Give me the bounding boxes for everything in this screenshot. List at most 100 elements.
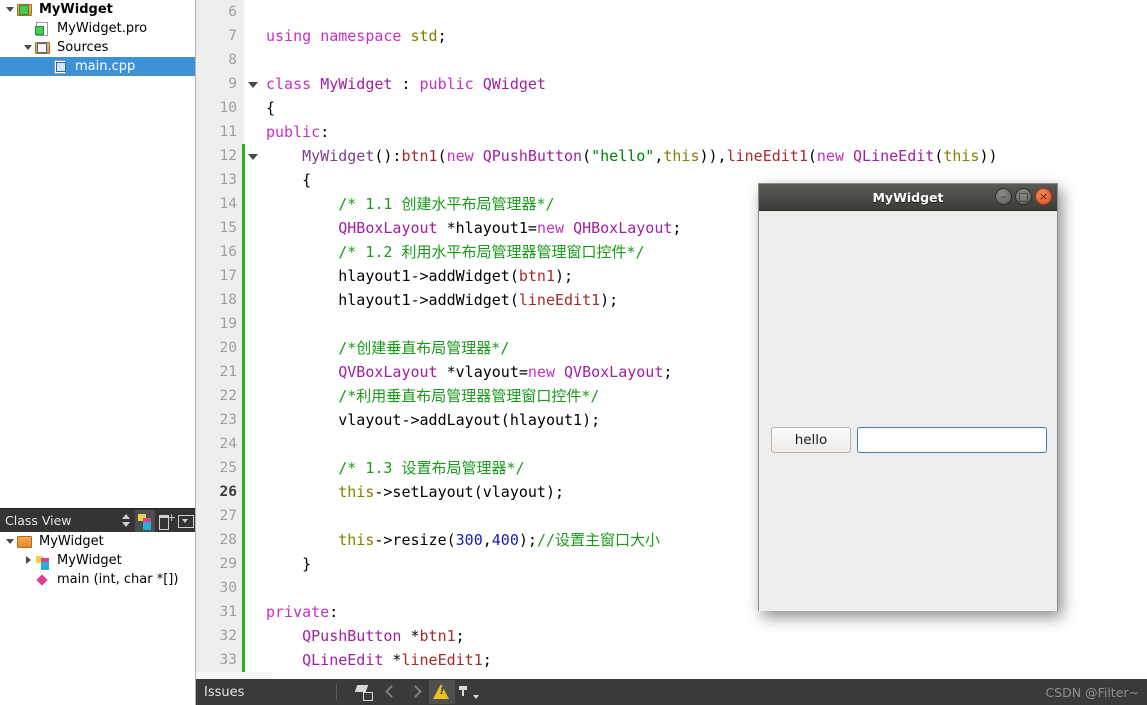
line-number: 30 — [196, 576, 244, 600]
change-bar — [242, 576, 245, 600]
next-item-icon[interactable] — [403, 680, 429, 704]
fold-toggle-icon[interactable] — [246, 144, 262, 168]
code-line[interactable]: 11 public: — [196, 120, 1147, 144]
line-number: 17 — [196, 264, 244, 288]
line-number: 13 — [196, 168, 244, 192]
code-token: /*利用垂直布局管理器管理窗口控件*/ — [338, 387, 600, 405]
code-text: QLineEdit *lineEdit1; — [266, 648, 492, 672]
maximize-glyph: □ — [1018, 190, 1029, 203]
chevron-down-icon[interactable] — [22, 41, 35, 54]
line-edit-input[interactable] — [857, 427, 1047, 453]
class-icon — [35, 553, 53, 570]
code-token: : — [392, 75, 420, 93]
code-line[interactable]: 34}; — [196, 672, 1147, 679]
code-line[interactable]: 8 — [196, 48, 1147, 72]
code-token: ); — [600, 291, 619, 309]
sort-arrows-icon[interactable] — [115, 510, 135, 532]
class-view-tree[interactable]: MyWidget MyWidget main (int, char *[]) — [0, 532, 195, 705]
maximize-button[interactable]: □ — [1015, 188, 1032, 205]
code-token: { — [266, 99, 276, 117]
tree-item-main-int-char[interactable]: main (int, char *[]) — [0, 570, 195, 589]
previous-item-icon[interactable] — [377, 680, 403, 704]
line-number: 33 — [196, 648, 244, 672]
code-token: ); — [555, 267, 574, 285]
tree-item-main-cpp[interactable]: main.cpp — [0, 57, 195, 76]
code-token: } — [266, 555, 312, 573]
code-token: * — [383, 651, 402, 669]
chevron-down-icon[interactable] — [4, 535, 17, 548]
code-text: { — [266, 96, 275, 120]
tree-item-mywidget[interactable]: MyWidget — [0, 551, 195, 570]
code-token: private — [266, 603, 330, 621]
code-line[interactable]: 32 QPushButton *btn1; — [196, 624, 1147, 648]
line-number: 20 — [196, 336, 244, 360]
code-line[interactable]: 7 using namespace std; — [196, 24, 1147, 48]
warning-filter-icon[interactable] — [429, 680, 455, 704]
class-view-header: Class View — [0, 508, 195, 532]
minimize-button[interactable]: – — [995, 188, 1012, 205]
hello-button[interactable]: hello — [771, 427, 851, 453]
clear-pane-icon[interactable] — [351, 680, 377, 704]
class-view-menu-icon[interactable] — [175, 510, 195, 532]
code-line[interactable]: 9 class MyWidget : public QWidget — [196, 72, 1147, 96]
change-bar — [242, 216, 245, 240]
mywidget-dialog[interactable]: MyWidget – □ × hello — [758, 183, 1058, 611]
window-buttons: – □ × — [995, 188, 1052, 205]
chevron-down-icon[interactable] — [4, 3, 17, 16]
code-token: : — [329, 603, 339, 621]
tree-item-label: MyWidget — [39, 2, 113, 17]
tree-item-mywidget[interactable]: MyWidget — [0, 532, 195, 551]
qt-creator-window: MyWidget MyWidget.pro Sources main.cpp Clas… — [0, 0, 1147, 705]
tree-item-mywidget-pro[interactable]: MyWidget.pro — [0, 19, 195, 38]
code-text: QHBoxLayout *hlayout1=new QHBoxLayout; — [266, 216, 681, 240]
code-token: hlayout1->addWidget( — [266, 267, 519, 285]
code-token: : — [320, 123, 330, 141]
code-token: ( — [582, 147, 592, 165]
close-button[interactable]: × — [1035, 188, 1052, 205]
issues-label[interactable]: Issues — [196, 685, 336, 700]
change-bar — [242, 528, 245, 552]
status-bar: Issues CSDN @Filter~ — [196, 679, 1147, 705]
change-bar — [242, 504, 245, 528]
tree-item-sources[interactable]: Sources — [0, 38, 195, 57]
code-token: new — [527, 363, 555, 381]
code-token: btn1 — [419, 627, 456, 645]
line-number: 26 — [196, 480, 244, 504]
code-line[interactable]: 33 QLineEdit *lineEdit1; — [196, 648, 1147, 672]
change-bar — [242, 312, 245, 336]
dialog-titlebar[interactable]: MyWidget – □ × — [759, 184, 1057, 211]
code-line[interactable]: 6 — [196, 0, 1147, 24]
fold-toggle-icon[interactable] — [246, 72, 262, 96]
line-number: 6 — [196, 0, 244, 24]
sync-class-icon[interactable] — [135, 509, 155, 532]
project-tree[interactable]: MyWidget MyWidget.pro Sources main.cpp — [0, 0, 195, 508]
code-token: /*创建垂直布局管理器*/ — [338, 339, 510, 357]
code-token: lineEdit1 — [726, 147, 808, 165]
code-line[interactable]: 12 MyWidget():btn1(new QPushButton("hell… — [196, 144, 1147, 168]
expand-all-icon[interactable] — [155, 510, 175, 532]
chevron-right-icon[interactable] — [22, 554, 35, 567]
close-glyph: × — [1038, 190, 1049, 203]
code-token: new — [816, 147, 844, 165]
code-token: ; — [437, 27, 447, 45]
code-text: { — [266, 168, 311, 192]
code-token: btn1 — [401, 147, 438, 165]
code-token: QWidget — [482, 75, 546, 93]
change-bar — [242, 480, 245, 504]
code-token: QHBoxLayout — [338, 219, 438, 237]
cpp-file-icon — [53, 59, 71, 75]
change-bar — [242, 360, 245, 384]
code-text: QPushButton *btn1; — [266, 624, 465, 648]
pro-file-icon — [35, 21, 53, 37]
code-text: public: — [266, 120, 329, 144]
filter-icon[interactable] — [455, 680, 481, 704]
tree-item-label: main.cpp — [75, 59, 136, 74]
code-line[interactable]: 10 { — [196, 96, 1147, 120]
tree-item-mywidget[interactable]: MyWidget — [0, 0, 195, 19]
